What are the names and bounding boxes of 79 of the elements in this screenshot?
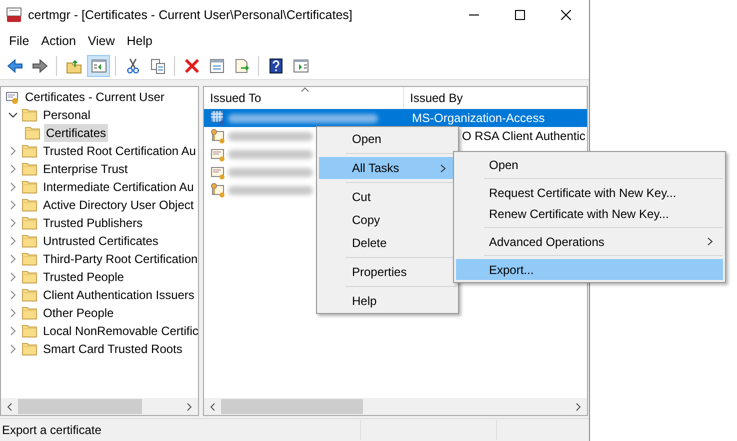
key-certificate-icon [210,182,226,198]
folder-icon [22,143,38,159]
scroll-left-icon[interactable] [7,402,12,410]
tree-item[interactable]: Local NonRemovable Certific [41,322,198,340]
tree-item[interactable]: Smart Card Trusted Roots [41,340,184,358]
folder-up-icon [66,58,82,74]
tree-item[interactable]: Trusted People [41,268,126,286]
folder-icon [22,161,38,177]
menu-item[interactable]: Cut [319,186,456,208]
menu-item[interactable]: Help [319,290,456,312]
certificate-icon [210,110,226,126]
tree-item[interactable]: Third-Party Root Certification [41,250,198,268]
table-cell-text: O RSA Client Authentic [462,128,586,145]
folder-icon [22,197,38,213]
maximize-icon [515,10,525,20]
scroll-right-icon[interactable] [187,402,192,410]
scrollbar-thumb[interactable] [221,399,363,414]
console-tree-button[interactable] [87,54,110,76]
horizontal-scrollbar[interactable] [1,398,198,415]
menu-item[interactable]: Properties [319,261,456,283]
menu-item[interactable]: Copy [319,209,456,231]
tree-item[interactable]: Personal [41,106,92,124]
scissors-icon [124,58,140,74]
key-certificate-icon [210,128,226,144]
folder-icon [22,251,38,267]
status-text: Export a certificate [1,422,102,439]
menu-item[interactable]: Open [319,128,456,150]
folder-icon [22,215,38,231]
tree-item[interactable]: Certificates - Current User [25,88,164,106]
tree-item[interactable]: Enterprise Trust [41,160,130,178]
folder-icon [22,341,38,357]
window-title: certmgr - [Certificates - Current User\Personal\Certificates] [28,6,352,24]
app-icon [6,7,22,23]
help-icon [268,58,284,74]
tree-item[interactable]: Untrusted Certificates [41,232,160,250]
delete-icon [184,58,200,74]
selected-row[interactable]: MS-Organization-Access [204,109,587,127]
scrollbar-thumb[interactable] [18,399,142,414]
menu-item[interactable]: All Tasks [319,157,456,179]
horizontal-scrollbar[interactable] [204,398,587,415]
scroll-right-icon[interactable] [576,402,581,410]
table-cell-text: MS-Organization-Access [411,110,545,127]
menu-item[interactable]: Export... [456,259,723,280]
tree-item[interactable]: Active Directory User Object [41,196,196,214]
tree-item[interactable]: Trusted Root Certification Au [41,142,198,160]
properties-icon [208,58,224,74]
folder-icon [22,305,38,321]
certificate-icon [210,164,226,180]
copy-icon [150,58,166,74]
tree-item[interactable]: Other People [41,304,116,322]
menu-item[interactable]: Advanced Operations [456,231,723,252]
folder-icon [22,233,38,249]
export-icon [234,58,250,74]
folder-icon [22,287,38,303]
menu-item[interactable]: Request Certificate with New Key... [456,182,723,203]
forward-arrow-icon [32,58,48,74]
folder-icon [25,125,41,141]
menu-item[interactable]: File [3,31,36,51]
certificate-store-icon [5,89,21,105]
back-arrow-icon [6,58,22,74]
tree-item[interactable]: Certificates [44,124,108,142]
menu-item[interactable]: Action [35,31,82,51]
tree-item[interactable]: Intermediate Certification Au [41,178,196,196]
folder-icon [22,107,38,123]
tree-item[interactable]: Trusted Publishers [41,214,145,232]
certificate-icon [210,146,226,162]
folder-icon [22,179,38,195]
folder-icon [22,269,38,285]
menu-item[interactable]: View [82,31,121,51]
action-pane-icon [292,58,308,74]
menu-item[interactable]: Delete [319,232,456,254]
menu-item[interactable]: Help [120,31,158,51]
menu-item[interactable]: Open [456,154,723,175]
menu-item[interactable]: Renew Certificate with New Key... [456,203,723,224]
console-tree-icon [90,58,106,74]
close-icon [561,10,571,20]
scroll-left-icon[interactable] [210,402,215,410]
tree-item[interactable]: Client Authentication Issuers [41,286,196,304]
folder-icon [22,323,38,339]
